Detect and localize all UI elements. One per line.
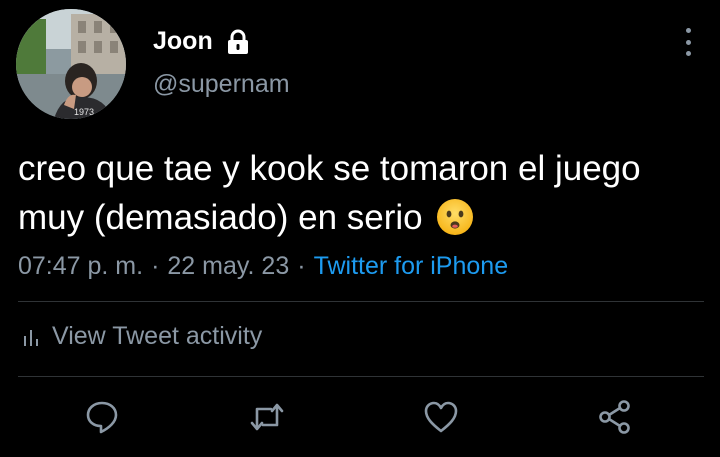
action-bar	[0, 398, 720, 442]
tweet-meta: 07:47 p. m. · 22 may. 23 · Twitter for iPhon…	[18, 252, 508, 281]
avatar-image: 1973	[16, 9, 126, 119]
view-activity-label[interactable]: View Tweet activity	[52, 322, 262, 351]
tweet-text: creo que tae y kook se tomaron el juego …	[18, 144, 708, 242]
more-options-icon[interactable]	[679, 28, 697, 56]
tweet-body: creo que tae y kook se tomaron el juego …	[18, 149, 641, 237]
frowning-face-icon	[436, 198, 474, 236]
bar-chart-icon	[22, 326, 42, 348]
like-icon[interactable]	[422, 398, 460, 436]
retweet-icon[interactable]	[248, 398, 286, 436]
avatar-caption: 1973	[74, 107, 94, 117]
view-activity-button[interactable]: View Tweet activity	[22, 322, 262, 351]
share-icon[interactable]	[596, 398, 634, 436]
divider	[18, 301, 704, 302]
author-name-row[interactable]: Joon	[153, 27, 249, 56]
tweet-date[interactable]: 22 may. 23	[167, 252, 289, 280]
author-handle[interactable]: @supernam	[153, 70, 290, 99]
tweet-time[interactable]: 07:47 p. m.	[18, 252, 143, 280]
separator: ·	[151, 252, 160, 280]
separator: ·	[297, 252, 306, 280]
tweet-source-link[interactable]: Twitter for iPhone	[314, 252, 509, 280]
avatar[interactable]: 1973	[16, 9, 126, 119]
reply-icon[interactable]	[83, 398, 121, 436]
lock-icon	[227, 29, 249, 55]
author-name[interactable]: Joon	[153, 27, 213, 56]
divider	[18, 376, 704, 377]
